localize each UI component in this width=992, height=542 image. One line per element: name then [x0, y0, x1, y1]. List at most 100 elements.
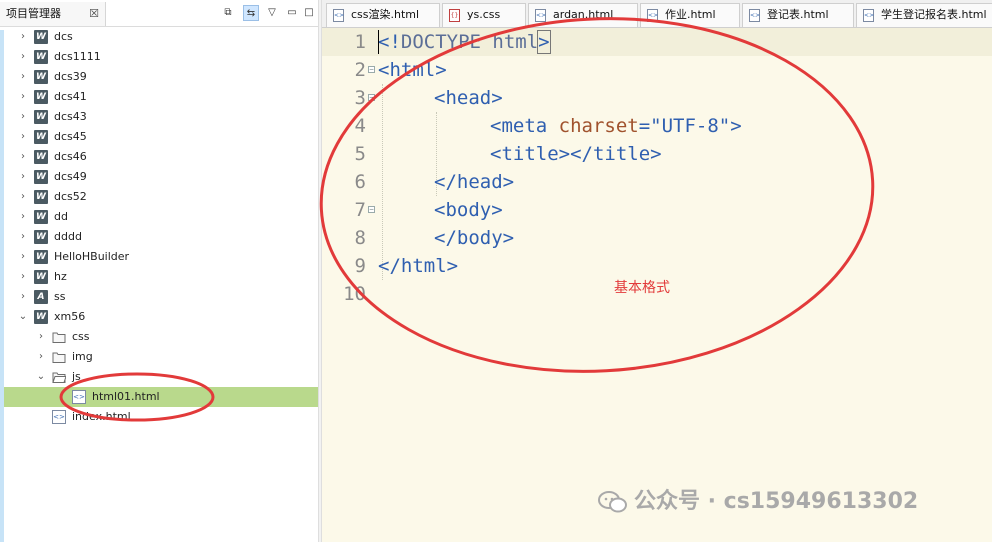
tree-item-file[interactable]: <> index.html	[0, 407, 318, 427]
tree-item-label: ss	[54, 290, 66, 303]
editor-tab[interactable]: <> 作业.html	[640, 3, 740, 27]
tree-item-label: xm56	[54, 310, 86, 323]
tree-item-project[interactable]: › Wdcs41	[0, 87, 318, 107]
chevron-right-icon[interactable]: ›	[18, 47, 28, 67]
line-number: 3	[354, 87, 366, 109]
chevron-right-icon[interactable]: ›	[36, 347, 46, 367]
chevron-right-icon[interactable]: ›	[18, 187, 28, 207]
web-project-icon: W	[34, 190, 48, 204]
link-with-editor-icon[interactable]: ⇆	[243, 5, 259, 21]
line-number: 6	[354, 171, 366, 193]
chevron-right-icon[interactable]: ›	[18, 27, 28, 47]
line-number: 4	[354, 115, 366, 137]
web-project-icon: A	[34, 290, 48, 304]
line-number: 1	[354, 31, 366, 53]
web-project-icon: W	[34, 150, 48, 164]
chevron-right-icon[interactable]: ›	[18, 267, 28, 287]
code-line-8: </body>	[434, 227, 515, 249]
chevron-right-icon[interactable]: ›	[18, 107, 28, 127]
web-project-icon: W	[34, 70, 48, 84]
tree-item-folder[interactable]: ⌄ js	[0, 367, 318, 387]
folder-icon	[52, 350, 66, 364]
tree-item-project[interactable]: › Wdcs46	[0, 147, 318, 167]
chevron-right-icon[interactable]: ›	[18, 227, 28, 247]
html-file-icon: <>	[72, 390, 86, 404]
code-editor[interactable]: 1 2 3 4 5 6 7 8 9 10 − − − <!DOCTYPE html> <html>…	[322, 28, 992, 542]
editor-tabbar: <> css渲染.html {} ys.css <> ardan.html <> 作业.htm…	[322, 0, 992, 28]
editor-tab[interactable]: <> 登记表.html	[742, 3, 854, 27]
chevron-right-icon[interactable]: ›	[18, 127, 28, 147]
editor-tab[interactable]: <> ardan.html	[528, 3, 638, 27]
code-token: "UTF-8"	[650, 115, 731, 137]
chevron-right-icon[interactable]: ›	[18, 247, 28, 267]
watermark-text: 公众号 · cs15949613302	[634, 489, 919, 514]
tree-item-folder[interactable]: › img	[0, 347, 318, 367]
tree-item-project[interactable]: › Wdcs45	[0, 127, 318, 147]
web-project-icon: W	[34, 250, 48, 264]
project-tree: › Wdcs › Wdcs1111 › Wdcs39 › Wdcs41 › Wdcs43 › Wdcs…	[0, 27, 318, 542]
tree-item-project[interactable]: ⌄ Wxm56	[0, 307, 318, 327]
tree-item-project[interactable]: › Ass	[0, 287, 318, 307]
tree-item-project[interactable]: › Wdddd	[0, 227, 318, 247]
chevron-right-icon[interactable]: ›	[18, 67, 28, 87]
chevron-down-icon[interactable]: ⌄	[18, 307, 28, 327]
chevron-right-icon[interactable]: ›	[36, 327, 46, 347]
editor-tab[interactable]: {} ys.css	[442, 3, 526, 27]
code-line-4: <meta charset="UTF-8">	[490, 112, 742, 140]
web-project-icon: W	[34, 210, 48, 224]
fold-marker-icon[interactable]: −	[368, 66, 375, 73]
tree-item-label: dcs1111	[54, 50, 101, 63]
minimize-icon[interactable]: ▭	[284, 5, 300, 21]
css-file-icon: {}	[449, 9, 460, 22]
chevron-right-icon[interactable]: ›	[18, 167, 28, 187]
tree-item-project[interactable]: › Wdcs39	[0, 67, 318, 87]
fold-marker-icon[interactable]: −	[368, 206, 375, 213]
chevron-right-icon[interactable]: ›	[18, 87, 28, 107]
tree-item-label: index.html	[72, 410, 131, 423]
tree-item-label: dcs	[54, 30, 73, 43]
line-number: 10	[343, 283, 366, 305]
code-line-2: <html>	[378, 59, 447, 81]
project-manager-tab[interactable]: 项目管理器 ☒	[0, 2, 106, 26]
editor-tab-label: 作业.html	[665, 8, 716, 21]
html-file-icon: <>	[863, 9, 874, 22]
window-edge	[0, 30, 4, 542]
editor-tab[interactable]: <> 学生登记报名表.html	[856, 3, 992, 27]
tree-item-label: dcs49	[54, 170, 87, 183]
html-file-icon: <>	[535, 9, 546, 22]
chevron-right-icon[interactable]: ›	[18, 147, 28, 167]
view-menu-icon[interactable]: ▽	[264, 5, 280, 21]
collapse-all-icon[interactable]: ⧉	[220, 5, 236, 21]
close-icon[interactable]: ☒	[89, 2, 99, 26]
code-line-6: </head>	[434, 171, 515, 193]
tree-item-project[interactable]: › Wdd	[0, 207, 318, 227]
fold-marker-icon[interactable]: −	[368, 94, 375, 101]
code-line-3: <head>	[434, 87, 503, 109]
line-number: 5	[354, 143, 366, 165]
tree-item-file[interactable]: <> html01.html	[0, 387, 318, 407]
tree-item-project[interactable]: › Wdcs52	[0, 187, 318, 207]
tree-item-label: hz	[54, 270, 67, 283]
chevron-right-icon[interactable]: ›	[18, 287, 28, 307]
chevron-down-icon[interactable]: ⌄	[36, 367, 46, 387]
editor-tab[interactable]: <> css渲染.html	[326, 3, 440, 27]
code-token: <!	[378, 31, 401, 53]
tree-item-project[interactable]: › Wdcs1111	[0, 47, 318, 67]
code-line-7: <body>	[434, 199, 503, 221]
project-manager-tab-label: 项目管理器	[6, 7, 61, 20]
tree-item-project[interactable]: › Whz	[0, 267, 318, 287]
annotation-label: 基本格式	[614, 280, 670, 296]
web-project-icon: W	[34, 130, 48, 144]
tree-item-label: dcs45	[54, 130, 87, 143]
tree-item-project[interactable]: › W HelloHBuilder	[0, 247, 318, 267]
chevron-right-icon[interactable]: ›	[18, 207, 28, 227]
web-project-icon: W	[34, 90, 48, 104]
tree-item-project[interactable]: › Wdcs43	[0, 107, 318, 127]
code-token: <meta	[490, 115, 559, 137]
watermark: 公众号 · cs15949613302	[598, 486, 918, 518]
tree-item-project[interactable]: › Wdcs	[0, 27, 318, 47]
maximize-icon[interactable]: □	[301, 5, 317, 21]
tree-item-folder[interactable]: › css	[0, 327, 318, 347]
html-file-icon: <>	[333, 9, 344, 22]
tree-item-project[interactable]: › Wdcs49	[0, 167, 318, 187]
